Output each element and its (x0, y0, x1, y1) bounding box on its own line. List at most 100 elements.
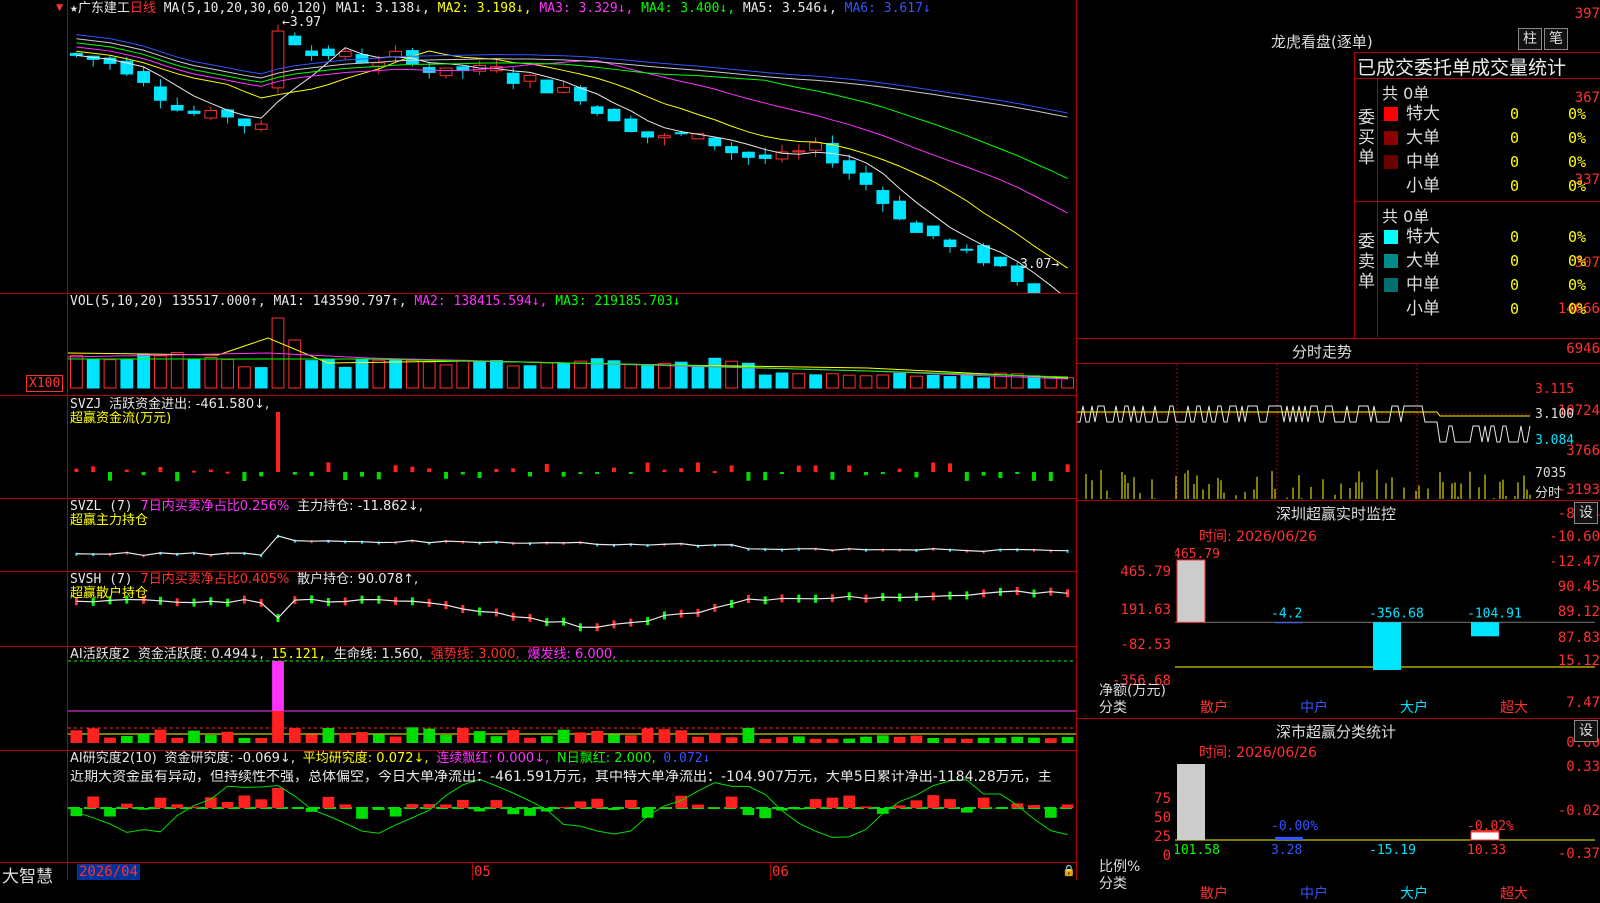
szcat-cat: 超大 (1500, 883, 1528, 903)
svzl-main: 主力持仓: -11.862↓, (297, 499, 423, 514)
research-bar (726, 797, 738, 808)
flow-bar (646, 462, 650, 472)
flow-bar (444, 472, 448, 479)
sz-category-settings-button[interactable]: 设 (1574, 720, 1598, 742)
net-amount-label: -4.2 (1271, 606, 1302, 621)
research-bar (575, 801, 587, 808)
order-pct: 0% (1568, 102, 1586, 126)
order-count: 0 (1510, 249, 1519, 273)
intraday-price-tick: 3.084 (1535, 433, 1574, 448)
research-bar (894, 805, 906, 808)
research-bar (222, 802, 234, 808)
research-bar (911, 800, 923, 808)
low-price-label: 3.07→ (1020, 257, 1059, 272)
research-bar (810, 799, 822, 808)
star-icon: ★ (70, 1, 78, 16)
candle-body (591, 107, 603, 114)
order-color-swatch (1384, 107, 1398, 121)
buy-total: 共 0单 (1382, 80, 1429, 104)
ma-line (76, 39, 1067, 117)
intraday-title: 分时走势 (1292, 341, 1352, 362)
szmon-axis-tick: -82.53 (1077, 637, 1171, 653)
flow-bar (226, 472, 230, 474)
ma-line (76, 51, 1067, 268)
sell-side-label: 委卖单 (1358, 232, 1374, 292)
research-bar (692, 805, 704, 808)
flow-bar (763, 472, 767, 480)
candle-body (71, 53, 83, 55)
activity-bar (961, 739, 973, 743)
lock-icon[interactable]: 🔒 (1062, 864, 1076, 877)
research-bar (171, 804, 183, 808)
order-color-swatch (1384, 254, 1398, 268)
ai-research-chart[interactable] (68, 750, 1076, 862)
szmon-cat: 超大 (1500, 697, 1528, 717)
candle-body (558, 87, 570, 92)
candle-body (272, 31, 284, 88)
vol-ma3: MA3: 219185.703↓ (555, 294, 680, 309)
activity-bar (843, 739, 855, 743)
kline-panel[interactable] (68, 0, 1076, 293)
flow-bar (461, 472, 465, 474)
volume-bar (894, 373, 906, 388)
activity-bar (289, 728, 301, 743)
volume-bar (709, 358, 721, 388)
activity-bar (877, 735, 889, 743)
volume-bar (205, 358, 217, 388)
order-count: 0 (1510, 273, 1519, 297)
volume-bar (255, 368, 267, 388)
research-bar (927, 795, 939, 808)
flow-bar (326, 462, 330, 472)
sz-category-chart[interactable]: 101.583.28-0.00%-15.1910.33-0.02% (1175, 740, 1595, 890)
activity-bar (71, 730, 83, 743)
research-bar (121, 804, 133, 808)
order-color-swatch (1384, 230, 1398, 244)
research-bar (978, 798, 990, 808)
aiact-v1: 资金活跃度: 0.494↓, (138, 647, 264, 662)
period-label[interactable]: 日线 (130, 1, 156, 16)
activity-bar (810, 739, 822, 743)
volume-bar (541, 363, 553, 388)
flow-bar (797, 466, 801, 472)
activity-bar (440, 735, 452, 743)
research-bar (356, 808, 368, 819)
month-05-label: 05 (474, 864, 491, 880)
volume-bar (507, 366, 519, 388)
bar-mode-button[interactable]: 柱 (1518, 28, 1542, 50)
pen-mode-button[interactable]: 笔 (1544, 28, 1568, 50)
volume-bar (104, 360, 116, 388)
flow-bar (562, 472, 566, 477)
candle-body (171, 106, 183, 111)
flow-bar (427, 468, 431, 472)
ma-line (76, 35, 1067, 113)
flow-bar (242, 472, 246, 481)
research-bar (860, 806, 872, 808)
volume-bar (558, 364, 570, 388)
activity-bar (860, 737, 872, 743)
flow-bar (662, 470, 666, 472)
activity-bar (457, 728, 469, 743)
szcat-axis-tick: 25 (1077, 829, 1171, 845)
candle-body (541, 80, 553, 93)
candle-body (205, 111, 217, 118)
volume-bar (155, 356, 167, 388)
research-bar (995, 808, 1007, 809)
activity-bar (171, 738, 183, 743)
candlestick-chart[interactable] (68, 0, 1076, 293)
vol-unit-button[interactable]: X100 (26, 375, 63, 392)
volume-bar (575, 361, 587, 388)
volume-bar (692, 367, 704, 388)
order-pct: 0% (1568, 174, 1586, 198)
sz-monitor-chart[interactable]: 465.79-4.2-356.68-104.91 (1175, 520, 1595, 700)
flow-bar (948, 463, 952, 472)
activity-bar (642, 728, 654, 743)
candle-body (407, 51, 419, 64)
ma6-value: MA6: 3.617↓ (845, 1, 931, 16)
activity-bar (692, 737, 704, 743)
volume-bar (121, 360, 133, 388)
intraday-chart[interactable] (1077, 364, 1533, 499)
flow-bar (478, 472, 482, 478)
activity-bar (306, 734, 318, 743)
activity-bar (121, 736, 133, 743)
flow-bar (158, 467, 162, 472)
